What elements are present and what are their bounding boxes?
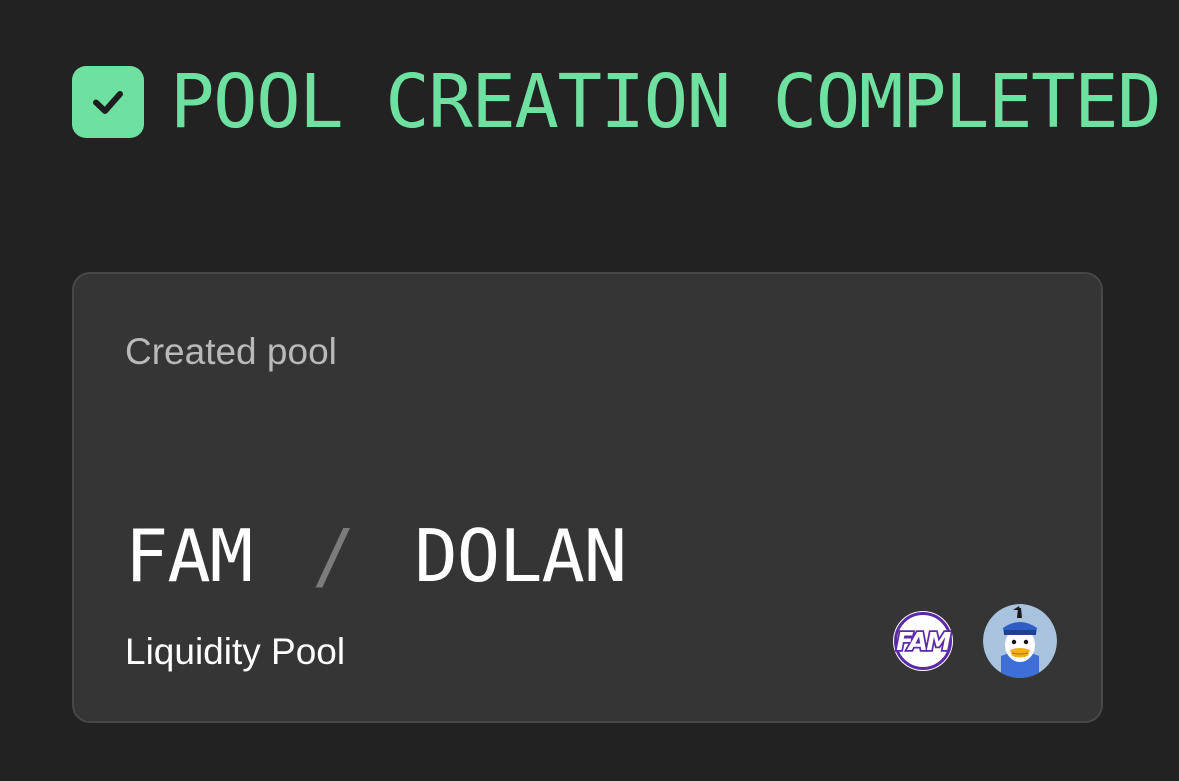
pair-separator: / [312,514,355,598]
fam-token-icon: FAM [892,610,954,672]
created-pool-card: Created pool FAM / DOLAN Liquidity Pool … [72,272,1103,723]
card-label: Created pool [125,331,337,372]
token-a-symbol: FAM [125,514,253,598]
pool-pair: FAM / DOLAN [125,514,627,598]
check-icon [72,66,144,138]
page-title: POOL CREATION COMPLETED [170,59,1162,145]
token-b-symbol: DOLAN [414,514,627,598]
dolan-token-icon [983,604,1057,678]
pool-type-label: Liquidity Pool [125,631,346,672]
completion-header: POOL CREATION COMPLETED [72,59,1162,145]
svg-text:FAM: FAM [896,627,951,656]
